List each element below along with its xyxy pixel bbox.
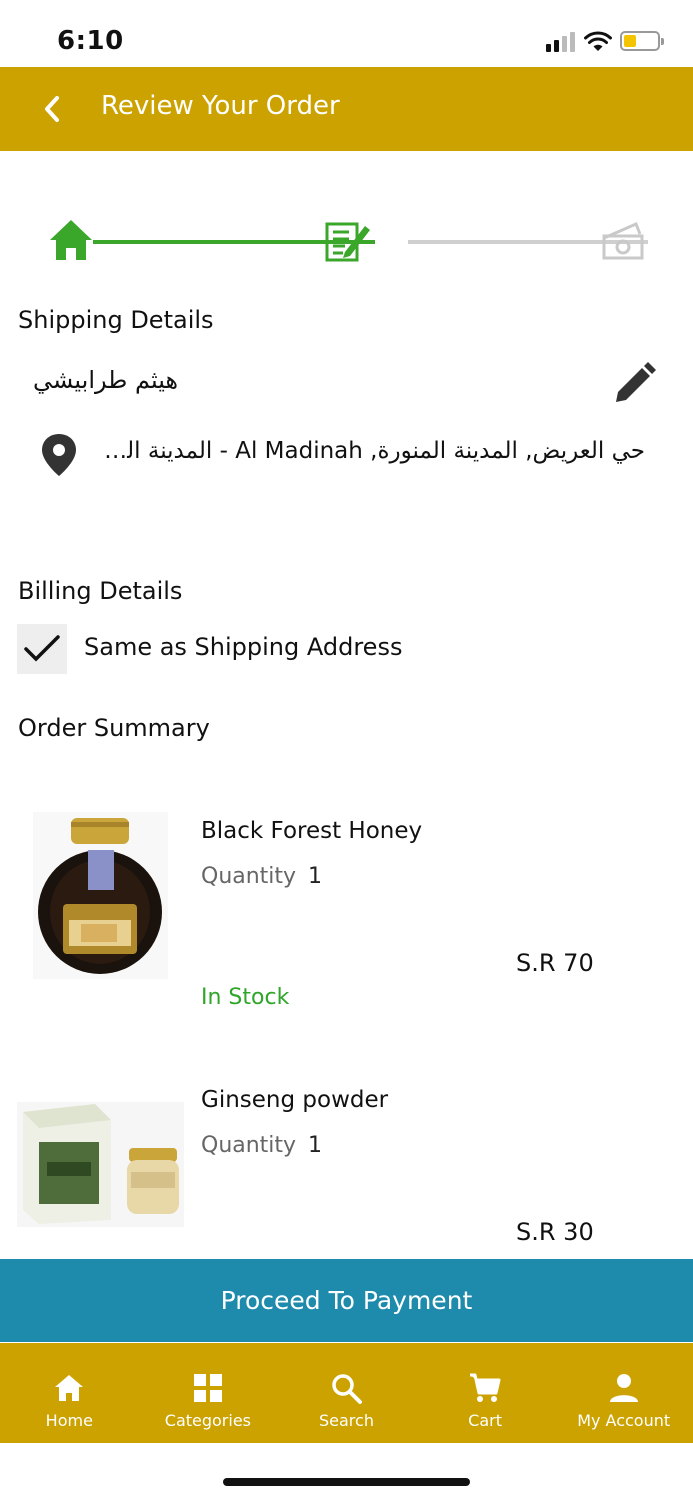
checkmark-icon	[24, 635, 60, 662]
status-bar: 6:10	[0, 0, 693, 67]
nav-item-search[interactable]: Search	[277, 1343, 416, 1443]
wifi-icon	[584, 31, 612, 51]
nav-label: Home	[45, 1411, 93, 1430]
product-image-ginseng[interactable]	[17, 1102, 184, 1227]
review-icon	[325, 222, 370, 262]
nav-label: Search	[319, 1411, 374, 1430]
home-icon	[55, 1375, 84, 1401]
status-time: 6:10	[57, 26, 124, 56]
payment-icon	[602, 222, 644, 260]
quantity-value: 1	[308, 1133, 322, 1158]
shipping-details-title: Shipping Details	[18, 306, 214, 334]
honey-jar-image	[38, 818, 162, 974]
nav-label: Categories	[164, 1411, 252, 1430]
nav-item-my-account[interactable]: My Account	[554, 1343, 693, 1443]
back-button[interactable]	[30, 87, 74, 131]
bottom-nav: Home Categories Search Cart My Account	[0, 1343, 693, 1443]
chevron-left-icon	[45, 96, 59, 122]
shipping-address: حي العريض, المدينة المنورة, Al Madinah -…	[100, 438, 645, 464]
quantity-label: Quantity	[201, 864, 297, 889]
battery-icon	[620, 31, 664, 51]
same-as-shipping-checkbox[interactable]	[17, 624, 67, 674]
app-header: Review Your Order	[0, 67, 693, 151]
stock-status: In Stock	[201, 985, 290, 1010]
home-indicator	[223, 1478, 470, 1486]
shipping-name: هيثم طرابيشي	[33, 366, 179, 394]
proceed-to-payment-button[interactable]: Proceed To Payment	[0, 1259, 693, 1342]
same-as-shipping-label: Same as Shipping Address	[84, 633, 403, 661]
edit-shipping-button[interactable]	[612, 362, 656, 406]
order-summary-title: Order Summary	[18, 714, 210, 742]
pencil-icon	[616, 362, 656, 402]
billing-details-title: Billing Details	[18, 577, 183, 605]
nav-item-cart[interactable]: Cart	[416, 1343, 555, 1443]
search-icon	[332, 1374, 363, 1404]
nav-item-home[interactable]: Home	[0, 1343, 139, 1443]
grid-icon	[193, 1374, 222, 1402]
product-price: S.R 70	[516, 949, 594, 977]
page-title: Review Your Order	[101, 91, 340, 121]
checkout-progress	[48, 218, 648, 264]
product-price: S.R 30	[516, 1218, 594, 1246]
account-icon	[609, 1374, 638, 1402]
product-image-honey[interactable]	[33, 812, 168, 979]
home-icon	[50, 220, 92, 260]
product-name: Ginseng powder	[201, 1087, 389, 1113]
nav-label: Cart	[468, 1411, 502, 1430]
product-name: Black Forest Honey	[201, 818, 423, 844]
nav-label: My Account	[577, 1411, 671, 1430]
nav-item-categories[interactable]: Categories	[139, 1343, 278, 1443]
location-pin-icon	[42, 434, 76, 476]
signal-icon	[546, 32, 578, 52]
quantity-label: Quantity	[201, 1133, 297, 1158]
ginseng-box-image	[23, 1104, 179, 1224]
cart-icon	[470, 1373, 501, 1402]
quantity-value: 1	[308, 864, 322, 889]
